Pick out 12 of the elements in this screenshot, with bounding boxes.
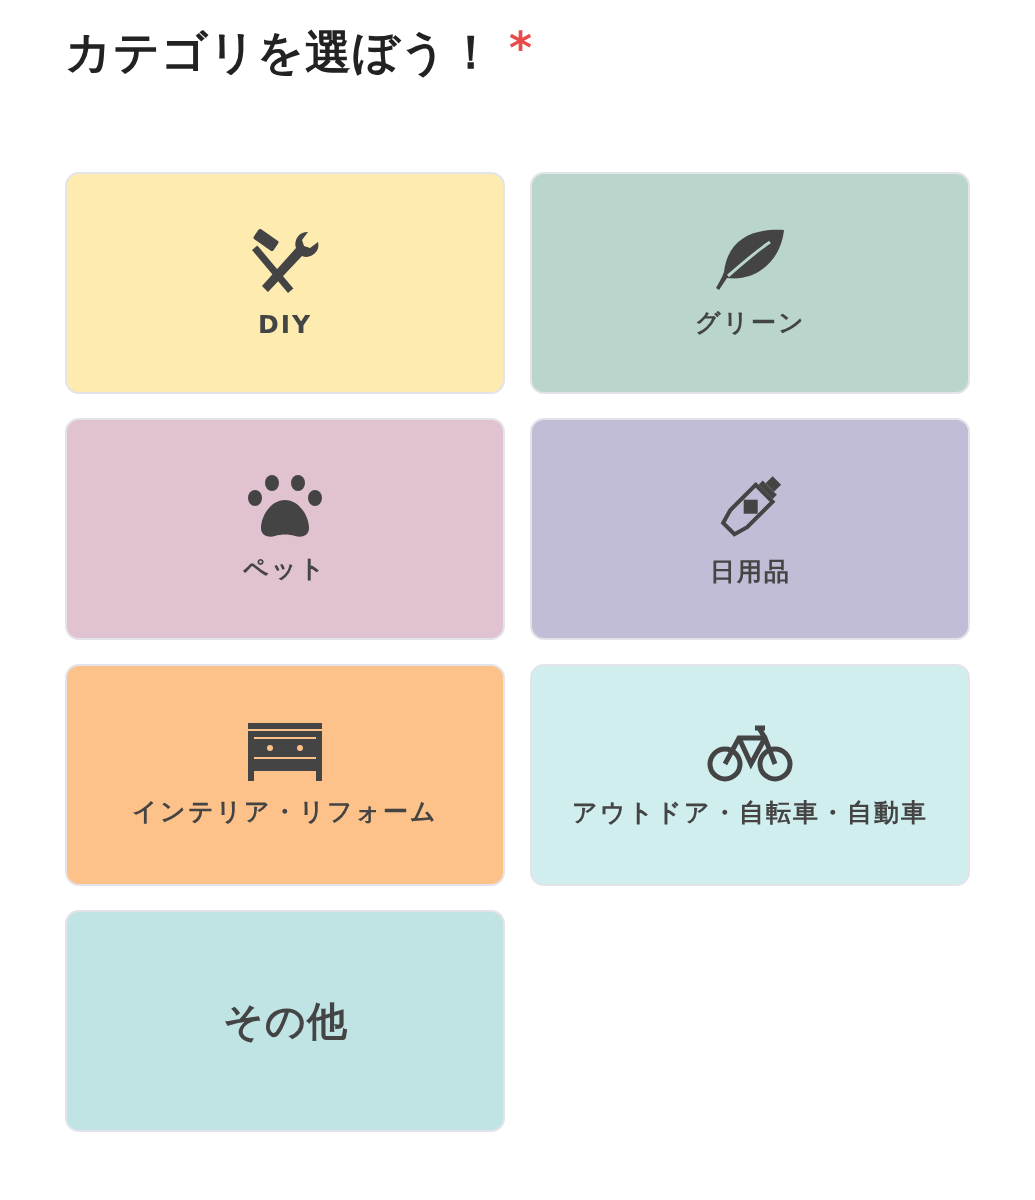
paw-icon [247, 473, 323, 538]
category-card[interactable]: グリーン [530, 172, 970, 394]
category-card[interactable]: DIY [65, 172, 505, 394]
category-card[interactable]: その他 [65, 910, 505, 1132]
category-card[interactable]: 日用品 [530, 418, 970, 640]
leaf-icon [714, 227, 786, 292]
dresser-icon [248, 722, 322, 781]
category-card[interactable]: アウトドア・自転車・自動車 [530, 664, 970, 886]
category-card[interactable]: インテリア・リフォーム [65, 664, 505, 886]
page-title: カテゴリを選ぼう！ [65, 24, 495, 81]
required-mark: * [509, 22, 532, 73]
category-card[interactable]: ペット [65, 418, 505, 640]
